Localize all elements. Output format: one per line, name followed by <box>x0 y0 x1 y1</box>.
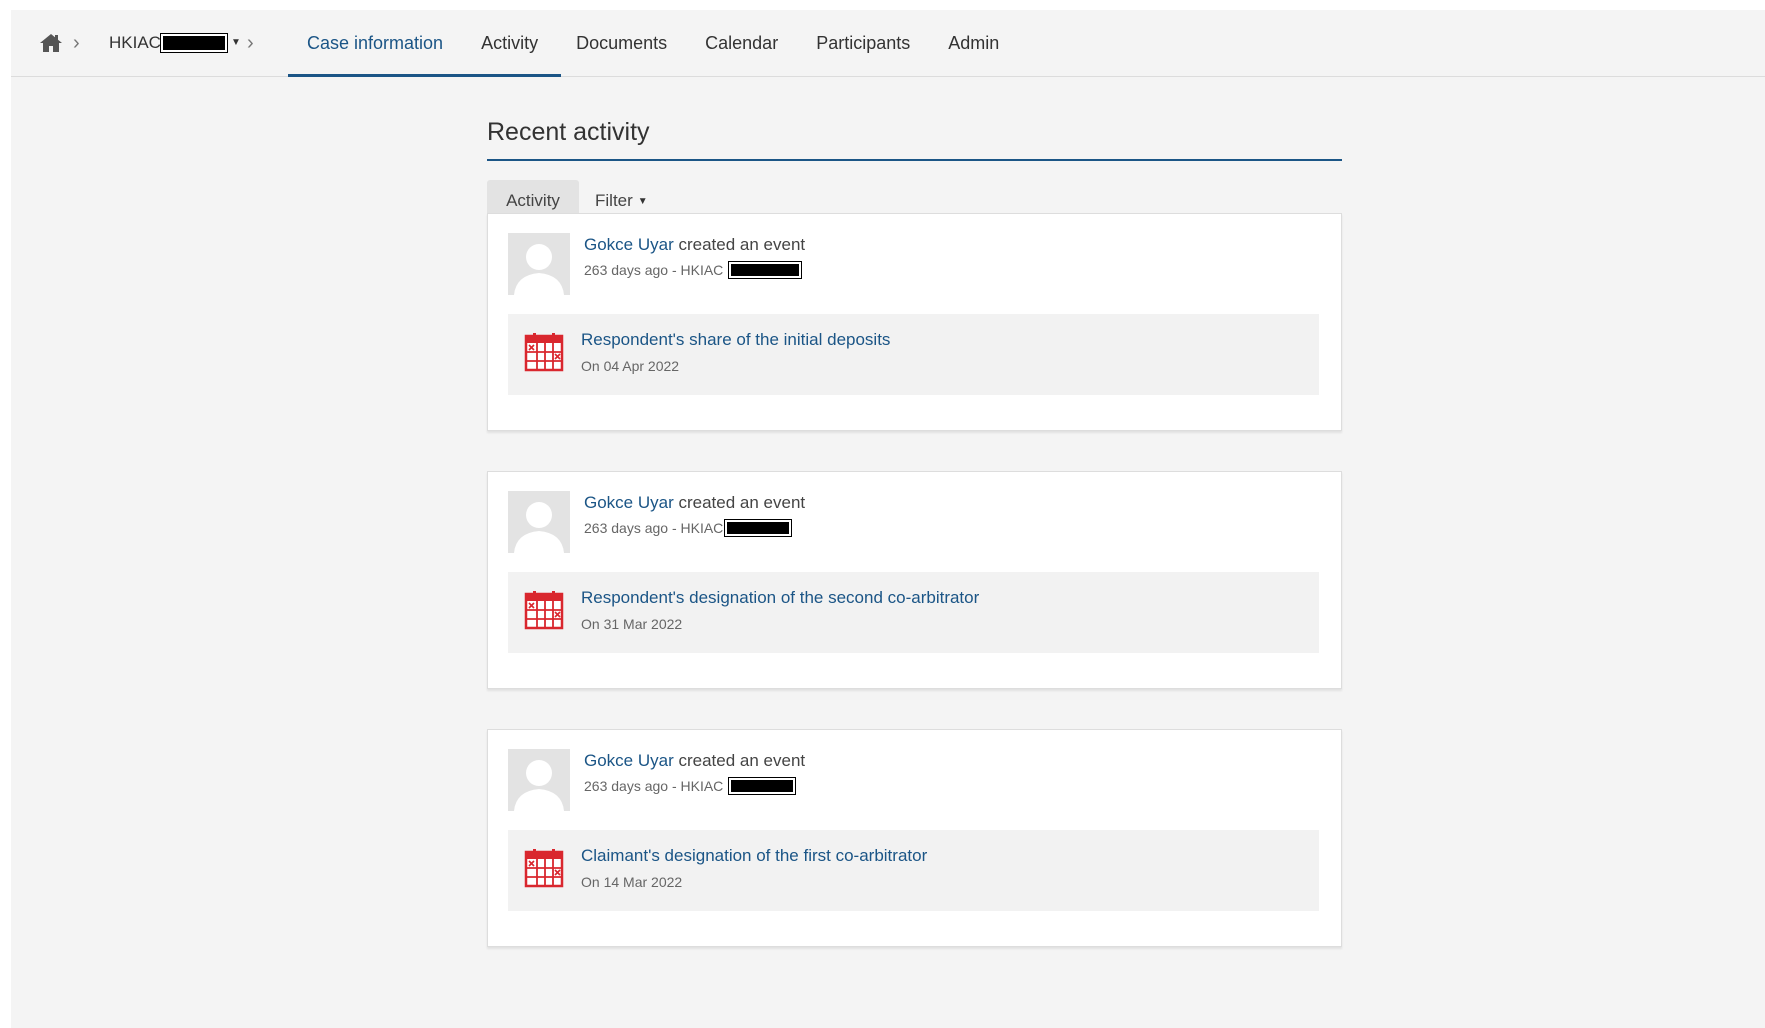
event-title-link[interactable]: Respondent's share of the initial deposi… <box>581 330 890 350</box>
activity-summary: Gokce Uyar created an event <box>584 235 805 255</box>
top-navigation-bar: › HKIAC ▼ › Case information Activity Do… <box>11 10 1765 77</box>
avatar <box>508 491 570 553</box>
activity-summary: Gokce Uyar created an event <box>584 493 805 513</box>
tab-calendar[interactable]: Calendar <box>686 10 797 76</box>
redaction-block <box>729 262 802 278</box>
calendar-icon <box>524 333 564 372</box>
activity-action: created an event <box>673 235 806 254</box>
title-divider <box>487 159 1342 161</box>
case-label: HKIAC <box>109 33 161 52</box>
event-date: On 04 Apr 2022 <box>581 358 680 374</box>
filter-label: Filter <box>595 191 633 210</box>
tab-documents[interactable]: Documents <box>557 10 686 76</box>
activity-action: created an event <box>673 493 806 512</box>
activity-meta: 263 days ago - HKIAC <box>584 778 796 794</box>
user-placeholder-icon <box>508 749 570 811</box>
activity-card: Gokce Uyar created an event 263 days ago… <box>487 471 1342 689</box>
avatar <box>508 233 570 295</box>
case-selector[interactable]: HKIAC ▼ <box>109 31 241 55</box>
user-placeholder-icon <box>508 233 570 295</box>
calendar-icon <box>524 849 564 888</box>
activity-summary: Gokce Uyar created an event <box>584 751 805 771</box>
chevron-right-icon: › <box>73 32 80 54</box>
event-date: On 14 Mar 2022 <box>581 874 683 890</box>
home-icon[interactable] <box>39 32 63 54</box>
activity-timestamp: 263 days ago - HKIAC <box>584 520 724 536</box>
caret-down-icon: ▼ <box>637 195 648 207</box>
case-tabs: Case information Activity Documents Cale… <box>288 10 1018 76</box>
user-link[interactable]: Gokce Uyar <box>584 751 674 770</box>
activity-meta: 263 days ago - HKIAC <box>584 262 802 278</box>
tab-admin[interactable]: Admin <box>929 10 1018 76</box>
event-title-link[interactable]: Claimant's designation of the first co-a… <box>581 846 927 866</box>
tab-participants[interactable]: Participants <box>797 10 929 76</box>
activity-card: Gokce Uyar created an event 263 days ago… <box>487 729 1342 947</box>
caret-down-icon: ▼ <box>230 37 241 48</box>
user-placeholder-icon <box>508 491 570 553</box>
event-title-link[interactable]: Respondent's designation of the second c… <box>581 588 979 608</box>
filter-dropdown[interactable]: Filter ▼ <box>595 191 648 211</box>
user-link[interactable]: Gokce Uyar <box>584 493 674 512</box>
event-date: On 31 Mar 2022 <box>581 616 683 632</box>
app-frame: › HKIAC ▼ › Case information Activity Do… <box>11 10 1765 1028</box>
activity-timestamp: 263 days ago - HKIAC <box>584 778 724 794</box>
calendar-icon <box>524 591 564 630</box>
event-item[interactable]: Respondent's designation of the second c… <box>508 572 1319 653</box>
chevron-right-icon: › <box>247 32 254 54</box>
redaction-block <box>729 778 796 794</box>
activity-timestamp: 263 days ago - HKIAC <box>584 262 724 278</box>
event-item[interactable]: Claimant's designation of the first co-a… <box>508 830 1319 911</box>
page-title: Recent activity <box>487 118 650 146</box>
avatar <box>508 749 570 811</box>
event-item[interactable]: Respondent's share of the initial deposi… <box>508 314 1319 395</box>
activity-card: Gokce Uyar created an event 263 days ago… <box>487 213 1342 431</box>
redaction-block <box>725 520 792 536</box>
activity-meta: 263 days ago - HKIAC <box>584 520 792 536</box>
recent-activity-panel: Recent activity Activity Filter ▼ Gokce … <box>487 105 1342 947</box>
tab-case-information[interactable]: Case information <box>288 10 462 76</box>
active-tab-indicator <box>288 74 561 77</box>
activity-action: created an event <box>673 751 806 770</box>
tab-activity[interactable]: Activity <box>462 10 557 76</box>
user-link[interactable]: Gokce Uyar <box>584 235 674 254</box>
redaction-block <box>160 34 227 52</box>
